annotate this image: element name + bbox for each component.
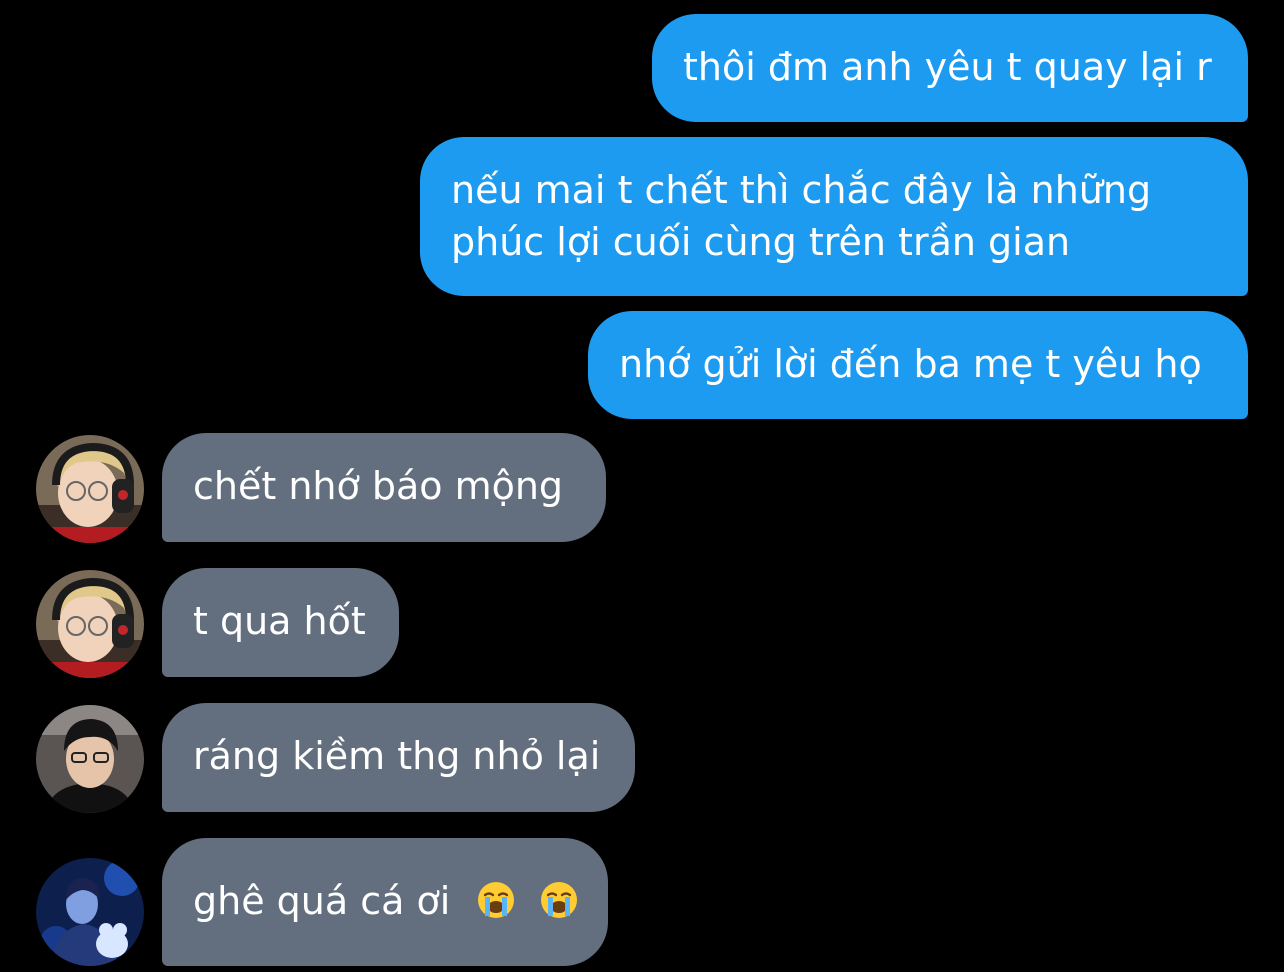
message-text: thôi đm anh yêu t quay lại r [683, 45, 1212, 89]
received-message[interactable]: t qua hốt [162, 568, 399, 677]
message-text: ghê quá cá ơi [193, 879, 451, 923]
avatar[interactable] [36, 858, 144, 966]
received-message[interactable]: ráng kiềm thg nhỏ lại [162, 703, 635, 812]
message-text: t qua hốt [193, 599, 366, 643]
loudly-crying-face-icon [540, 882, 577, 918]
message-text: ráng kiềm thg nhỏ lại [193, 734, 601, 778]
avatar[interactable] [36, 435, 144, 543]
chat-thread: thôi đm anh yêu t quay lại r nếu mai t c… [0, 0, 1284, 972]
user-photo-icon [36, 435, 144, 543]
message-text: nhớ gửi lời đến ba mẹ t yêu họ [619, 342, 1202, 386]
received-message[interactable]: ghê quá cá ơi [162, 838, 608, 966]
user-photo-icon [36, 858, 144, 966]
message-text-line: phúc lợi cuối cùng trên trần gian [451, 220, 1071, 264]
user-photo-icon [36, 570, 144, 678]
message-text: chết nhớ báo mộng [193, 464, 564, 508]
sent-message[interactable]: nếu mai t chết thì chắc đây là những phú… [420, 137, 1248, 296]
sent-message[interactable]: thôi đm anh yêu t quay lại r [652, 14, 1248, 122]
user-photo-icon [36, 705, 144, 813]
loudly-crying-face-icon [478, 882, 515, 918]
avatar[interactable] [36, 705, 144, 813]
message-text-line: nếu mai t chết thì chắc đây là những [451, 168, 1152, 212]
avatar[interactable] [36, 570, 144, 678]
received-message[interactable]: chết nhớ báo mộng [162, 433, 606, 542]
sent-message[interactable]: nhớ gửi lời đến ba mẹ t yêu họ [588, 311, 1248, 419]
